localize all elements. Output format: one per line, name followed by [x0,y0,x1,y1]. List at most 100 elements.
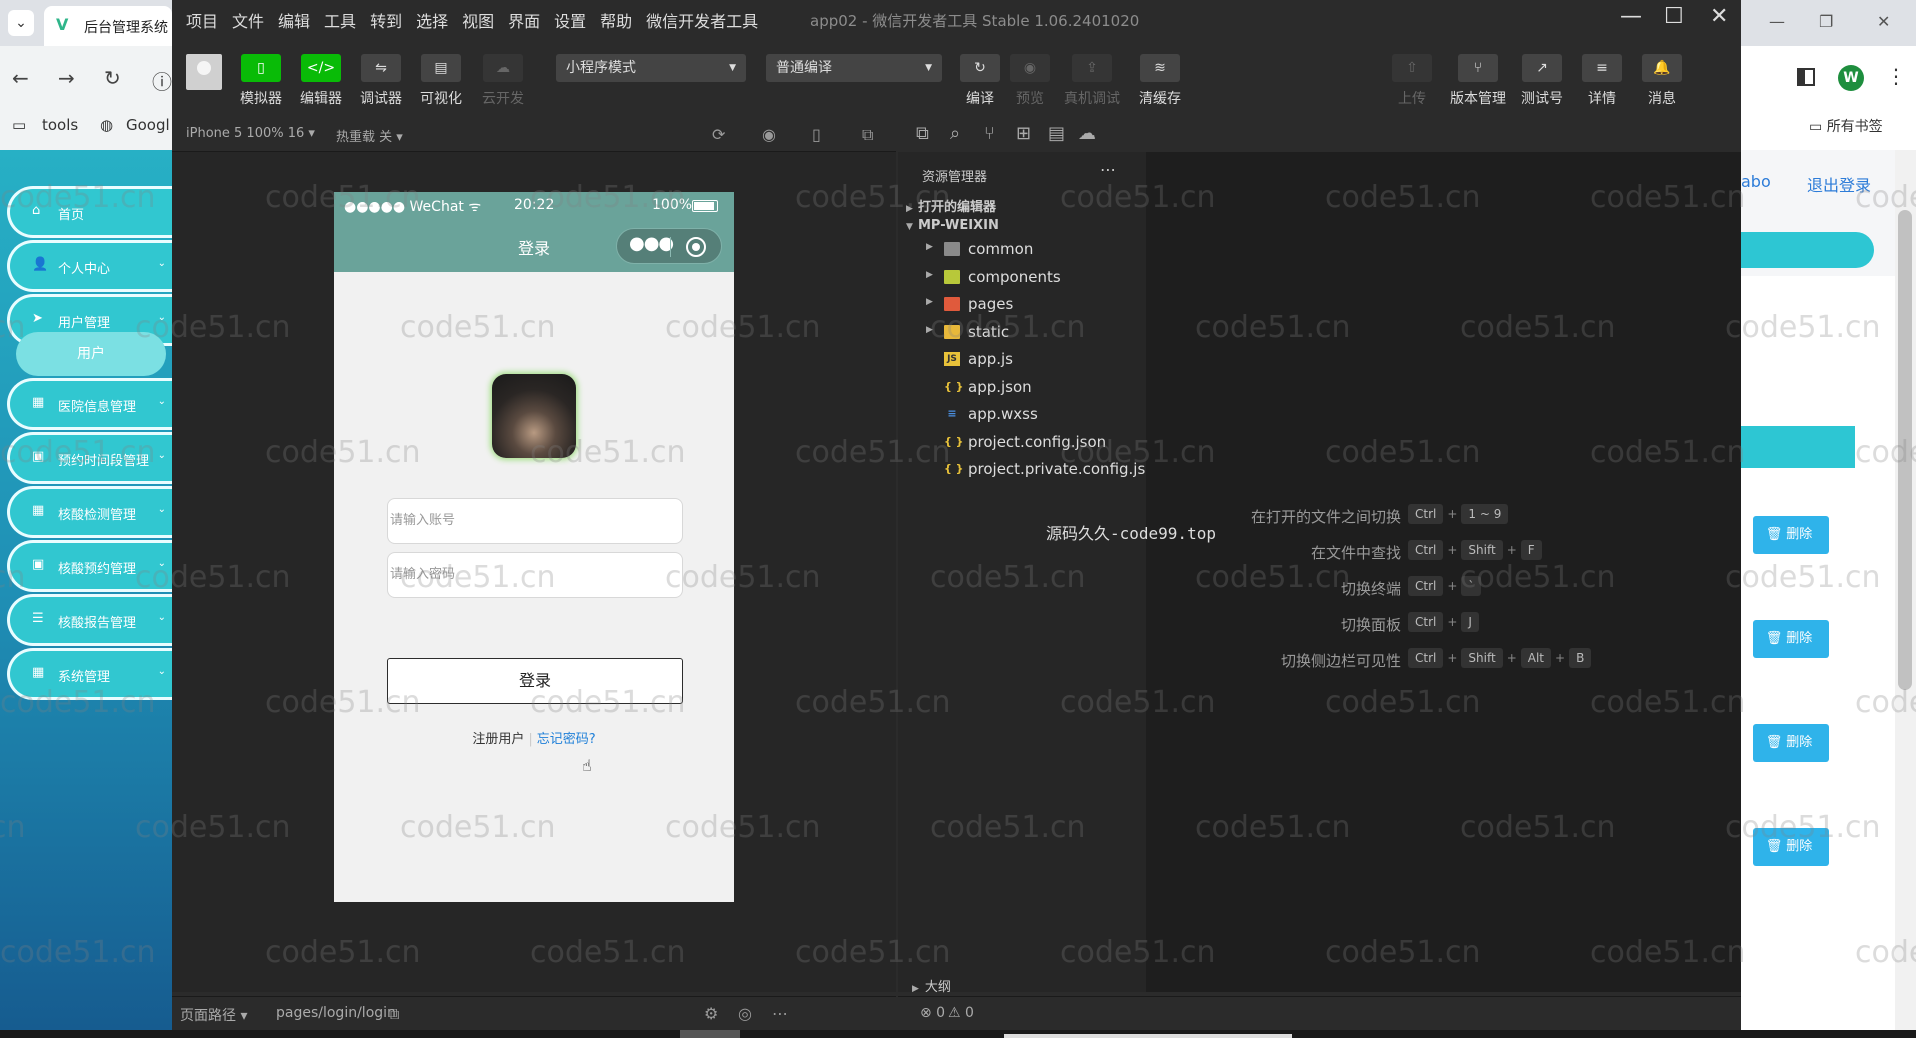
browser-tab[interactable]: V 后台管理系统 [44,6,172,46]
more-icon[interactable]: ⋯ [772,1004,788,1023]
files-icon[interactable]: ⧉ [916,123,929,144]
error-count[interactable]: ⊗ 0 [920,1005,945,1021]
delete-button[interactable]: 🗑 删除 [1753,620,1829,658]
sidebar-subitem-user[interactable]: 用户 [16,332,166,376]
rotate-icon[interactable]: ⟳ [712,125,725,144]
menu-item[interactable]: 帮助 [600,12,632,31]
toolbar-button[interactable]: ↻ [960,54,1000,82]
record-icon[interactable]: ◉ [762,125,776,144]
storage-icon[interactable]: ▤ [1048,123,1065,144]
popout-icon[interactable]: ⧉ [862,125,873,145]
minimize-icon[interactable]: — [1769,12,1785,31]
warning-count[interactable]: ⚠ 0 [948,1005,974,1021]
menu-capsule[interactable]: ●●● [616,228,722,264]
info-icon[interactable]: ⓘ [152,66,172,95]
eye-icon[interactable]: ◎ [738,1004,752,1023]
delete-button[interactable]: 🗑 删除 [1753,828,1829,866]
sidebar-item[interactable]: 👤 个人中心 ⌄ [7,240,172,292]
sidebar-item[interactable]: ⌂ 首页 [7,186,172,238]
devtools-window: 项目 文件 编辑 工具 转到 选择 视图 界面 设置 帮助 微信开发者工具 app02 - 微信开发… [172,0,1741,1038]
delete-button[interactable]: 🗑 删除 [1753,724,1829,762]
sidebar-item[interactable]: ▦ 核酸检测管理 ⌄ [7,486,172,538]
toolbar-button[interactable]: </> [301,54,341,82]
open-editors-section[interactable]: ▶ 打开的编辑器 [906,196,996,215]
toolbar-button[interactable]: ◉ [1010,54,1050,82]
reload-icon[interactable]: ↻ [104,66,121,90]
toolbar-button[interactable]: ≋ [1140,54,1180,82]
device-select[interactable]: iPhone 5 100% 16 ▾ [186,126,315,141]
sidebar-item[interactable]: ▦ 系统管理 ⌄ [7,648,172,700]
toolbar-button[interactable]: ⑂ [1458,54,1498,82]
register-link[interactable]: 注册用户 [472,732,524,747]
bug-icon[interactable]: ⚙ [704,1004,718,1023]
toolbar-button[interactable]: ☁ [483,54,523,82]
page-path-select[interactable]: 页面路径 ▾ [180,1005,247,1025]
more-dots-icon[interactable]: ●●● [629,233,674,254]
toolbar-button[interactable]: ≡ [1582,54,1622,82]
close-icon[interactable]: ✕ [1877,12,1890,31]
scroll-thumb[interactable] [1898,210,1912,690]
bookmark-tools[interactable]: tools [42,116,78,134]
forgot-password-link[interactable]: 忘记密码? [537,732,596,747]
plus-sign: + [1506,543,1517,557]
password-input[interactable]: 请输入密码 [387,552,683,598]
page-scrollbar[interactable] [1895,150,1916,1038]
search-icon[interactable]: ⌕ [950,123,960,144]
key-cap: Ctrl [1408,540,1444,560]
toolbar-button[interactable]: ⇋ [361,54,401,82]
bookmark-google[interactable]: Googl [126,116,170,134]
copy-icon[interactable]: ⧉ [388,1004,399,1024]
account-input[interactable]: 请输入账号 [387,498,683,544]
sidebar-item[interactable]: ▦ 医院信息管理 ⌄ [7,378,172,430]
minimize-icon[interactable]: — [1620,4,1642,29]
all-bookmarks[interactable]: ▭ 所有书签 [1809,116,1883,136]
toolbar-button[interactable]: ▤ [421,54,461,82]
toolbar: ▯ 模拟器 </> 编辑器 ⇋ 调试器 ▤ 可视化 ☁ 云开发 小程序模式 ▼ 普通编译 ▼ ↻ 编译 ◉… [172,40,1741,112]
sidebar-item[interactable]: ▣ 核酸预约管理 ⌄ [7,540,172,592]
table-header [1741,426,1855,468]
logout-link[interactable]: 退出登录 [1807,172,1871,196]
compile-select[interactable]: 普通编译 ▼ [766,54,942,82]
outline-section[interactable]: ▶ 大纲 [898,976,1146,996]
side-panel-icon[interactable] [1797,68,1815,86]
user-avatar[interactable] [186,54,222,90]
menu-item[interactable]: 选择 [416,12,448,31]
menu-item[interactable]: 工具 [324,12,356,31]
toolbar-button[interactable]: ▯ [241,54,281,82]
tab-search-button[interactable]: ⌄ [8,10,34,36]
sidebar-item[interactable]: ☰ 核酸报告管理 ⌄ [7,594,172,646]
phone-icon[interactable]: ▯ [812,125,821,144]
hot-reload-toggle[interactable]: 热重载 关 ▾ [336,126,403,145]
extensions-icon[interactable]: ⊞ [1016,123,1031,144]
forward-icon[interactable]: → [58,66,75,90]
back-icon[interactable]: ← [12,66,29,90]
login-button[interactable]: 登录 [387,658,683,704]
toolbar-label: 编辑器 [300,91,342,107]
more-menu-icon[interactable]: ⋮ [1886,64,1906,88]
toolbar-button[interactable]: ⇪ [1072,54,1112,82]
toolbar-button[interactable]: ↗ [1522,54,1562,82]
menu-item[interactable]: 转到 [370,12,402,31]
menu-item[interactable]: 微信开发者工具 [646,12,758,31]
source-control-icon[interactable]: ⑂ [984,123,995,144]
toolbar-button[interactable]: ⇧ [1392,54,1432,82]
menu-item[interactable]: 视图 [462,12,494,31]
close-mini-program-icon[interactable] [686,237,706,257]
delete-button[interactable]: 🗑 删除 [1753,516,1829,554]
close-icon[interactable]: ✕ [1710,4,1728,29]
key-cap: 1 ~ 9 [1461,504,1509,524]
project-section[interactable]: ▼ MP-WEIXIN [906,218,999,233]
explorer-more-icon[interactable]: ⋯ [1100,160,1116,179]
menu-item[interactable]: 编辑 [278,12,310,31]
menu-item[interactable]: 文件 [232,12,264,31]
menu-item[interactable]: 项目 [186,12,218,31]
profile-avatar[interactable]: W [1838,65,1864,91]
menu-item[interactable]: 设置 [554,12,586,31]
sidebar-item[interactable]: ▣ 预约时间段管理 ⌄ [7,432,172,484]
menu-item[interactable]: 界面 [508,12,540,31]
mode-select[interactable]: 小程序模式 ▼ [556,54,746,82]
toolbar-button[interactable]: 🔔 [1642,54,1682,82]
maximize-icon[interactable]: ☐ [1664,4,1684,29]
cloud-icon[interactable]: ☁ [1078,123,1096,144]
restore-icon[interactable]: ❐ [1819,12,1833,31]
